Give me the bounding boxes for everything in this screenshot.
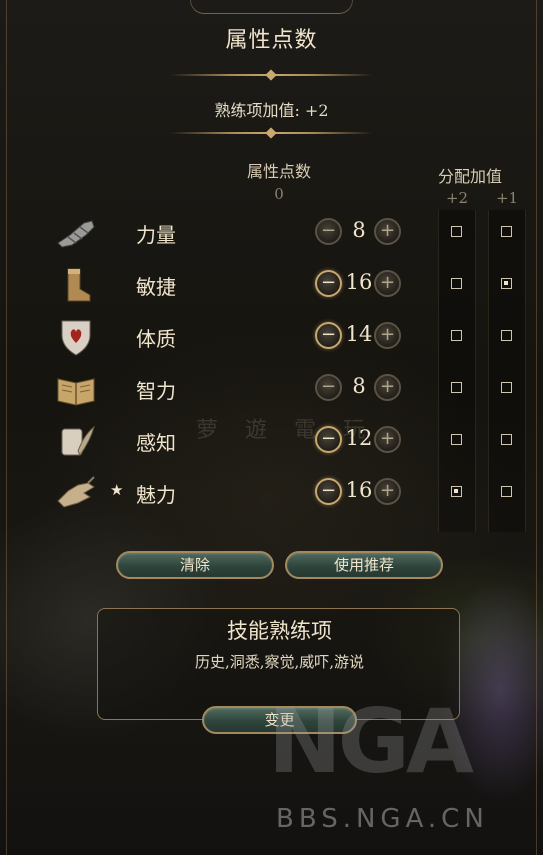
- decrease-button[interactable]: −: [315, 426, 342, 453]
- proficiency-bonus-label: 熟练项加值: +2: [214, 101, 329, 120]
- heart-shield-icon: [54, 317, 98, 357]
- nga-watermark-logo: NGA: [268, 690, 474, 793]
- bonus-plus2-checkbox[interactable]: [451, 330, 462, 341]
- bonus-plus1-checkbox[interactable]: [501, 278, 512, 289]
- bonus-plus1-checkbox[interactable]: [501, 486, 512, 497]
- ability-score: 12: [345, 426, 373, 450]
- ability-score: 14: [345, 322, 373, 346]
- decrease-button[interactable]: −: [315, 218, 342, 245]
- ability-name: 智力: [136, 379, 176, 403]
- ability-row: 智力 −8 +: [0, 365, 543, 417]
- bonus-plus2-checkbox[interactable]: [451, 278, 462, 289]
- ability-score: 16: [345, 478, 373, 502]
- ability-score: 8: [352, 218, 366, 242]
- boot-icon: [54, 265, 98, 305]
- increase-button[interactable]: +: [374, 478, 401, 505]
- bonus-plus2-header: +2: [445, 189, 469, 207]
- title-divider: [170, 74, 373, 76]
- ability-row: 感知 −12 +: [0, 417, 543, 469]
- points-column-header: 属性点数: [246, 162, 311, 181]
- ability-name: 感知: [136, 431, 176, 455]
- decrease-button[interactable]: −: [315, 478, 342, 505]
- ability-name: 敏捷: [136, 275, 176, 299]
- bonus-plus2-checkbox[interactable]: [451, 434, 462, 445]
- hand-icon: [54, 473, 98, 513]
- top-ornament: [190, 0, 353, 14]
- ability-row: 力量 −8 +: [0, 209, 543, 261]
- increase-button[interactable]: +: [374, 270, 401, 297]
- increase-button[interactable]: +: [374, 218, 401, 245]
- decrease-button[interactable]: −: [315, 374, 342, 401]
- bonus-plus2-checkbox[interactable]: [451, 486, 462, 497]
- increase-button[interactable]: +: [374, 322, 401, 349]
- decrease-button[interactable]: −: [315, 270, 342, 297]
- nga-watermark-url: BBS.NGA.CN: [276, 804, 489, 834]
- book-icon: [54, 369, 98, 409]
- gauntlet-icon: [54, 213, 98, 253]
- bonus-plus1-header: +1: [495, 189, 519, 207]
- ability-name: 魅力: [136, 483, 176, 507]
- bonus-plus1-checkbox[interactable]: [501, 226, 512, 237]
- ability-score: 16: [345, 270, 373, 294]
- points-remaining: 0: [274, 185, 284, 203]
- skill-proficiency-list: 历史,洞悉,察觉,威吓,游说: [194, 653, 365, 671]
- bonus-plus1-checkbox[interactable]: [501, 434, 512, 445]
- ability-row: 敏捷 −16 +: [0, 261, 543, 313]
- clear-button[interactable]: 清除: [116, 551, 274, 579]
- primary-ability-star-icon: ★: [110, 481, 124, 499]
- bonus-plus1-checkbox[interactable]: [501, 330, 512, 341]
- ability-name: 力量: [136, 223, 176, 247]
- decrease-button[interactable]: −: [315, 322, 342, 349]
- bonus-plus2-checkbox[interactable]: [451, 382, 462, 393]
- ability-row: 体质 −14 +: [0, 313, 543, 365]
- bonus-column-header: 分配加值: [437, 167, 502, 186]
- skill-proficiency-title: 技能熟练项: [227, 619, 332, 643]
- bonus-plus1-checkbox[interactable]: [501, 382, 512, 393]
- panel-title: 属性点数: [225, 28, 318, 53]
- scroll-feather-icon: [54, 421, 98, 461]
- ability-row: ★ 魅力 −16 +: [0, 469, 543, 521]
- increase-button[interactable]: +: [374, 426, 401, 453]
- increase-button[interactable]: +: [374, 374, 401, 401]
- subtitle-divider: [170, 132, 373, 134]
- ability-name: 体质: [136, 327, 176, 351]
- bonus-plus2-checkbox[interactable]: [451, 226, 462, 237]
- use-recommended-button[interactable]: 使用推荐: [285, 551, 443, 579]
- ability-score: 8: [352, 374, 366, 398]
